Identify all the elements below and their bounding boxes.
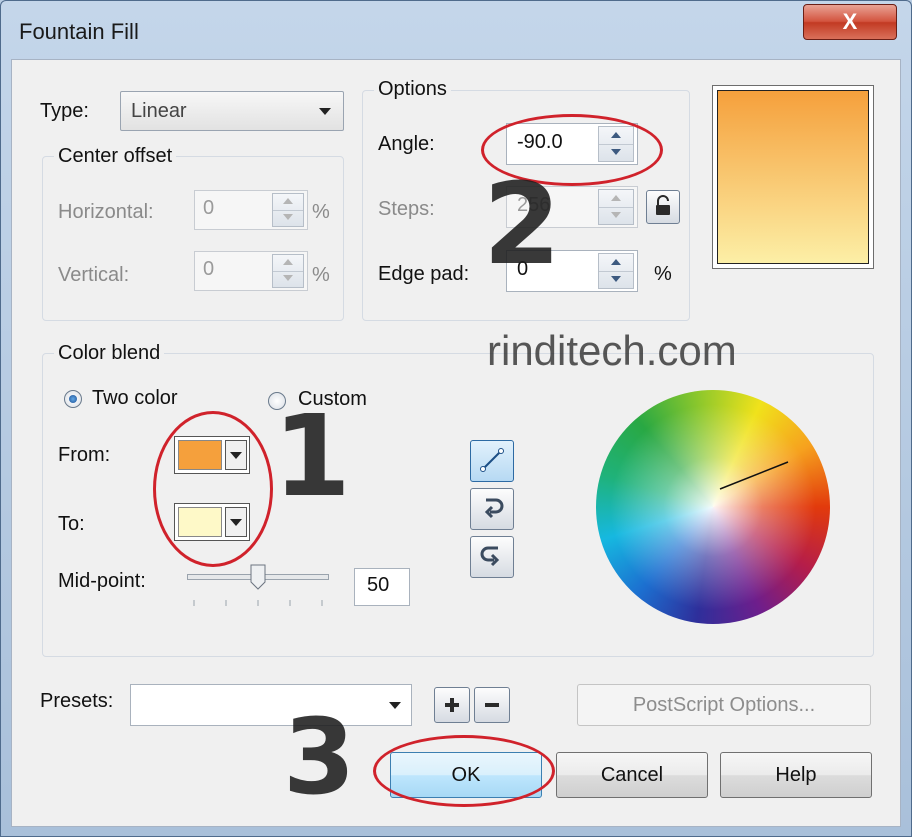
annotation-number-3: 3 (283, 696, 356, 818)
center-offset-group (42, 156, 344, 321)
color-wheel[interactable] (596, 390, 830, 624)
direct-blend-button[interactable] (470, 440, 514, 482)
edge-pad-unit: % (654, 263, 672, 285)
presets-label: Presets: (40, 690, 114, 712)
help-label: Help (775, 764, 817, 786)
steps-lock-button[interactable] (646, 190, 680, 224)
to-label: To: (58, 513, 85, 535)
spin-up-icon (283, 198, 293, 204)
color-blend-title: Color blend (54, 342, 165, 365)
vertical-label: Vertical: (58, 264, 130, 286)
options-title: Options (374, 78, 451, 101)
watermark-text: rinditech.com (487, 327, 737, 374)
fill-preview (717, 90, 869, 264)
postscript-options-label: PostScript Options... (632, 694, 816, 716)
remove-preset-button[interactable] (474, 687, 510, 723)
clockwise-blend-button[interactable] (470, 536, 514, 578)
add-preset-button[interactable] (434, 687, 470, 723)
spin-up-icon (283, 259, 293, 265)
type-label: Type: (40, 100, 89, 122)
rotate-ccw-icon (484, 498, 504, 519)
plus-icon (445, 698, 459, 712)
type-select-value: Linear (131, 100, 187, 122)
spin-down-icon (283, 214, 293, 220)
midpoint-label: Mid-point: (58, 570, 146, 592)
spin-up-icon (611, 195, 621, 201)
steps-spinner[interactable] (598, 189, 634, 225)
from-label: From: (58, 444, 111, 466)
hue-indicator (719, 461, 789, 490)
center-offset-title: Center offset (54, 145, 177, 168)
title-bar[interactable]: Fountain Fill X (1, 1, 911, 59)
type-select[interactable]: Linear (120, 91, 344, 131)
midpoint-value: 50 (367, 574, 390, 596)
lock-icon (656, 195, 670, 215)
minus-icon (485, 703, 499, 707)
spin-down-icon (611, 212, 621, 218)
spin-up-icon (611, 259, 621, 265)
cancel-button[interactable]: Cancel (556, 752, 708, 798)
cancel-label: Cancel (600, 764, 664, 786)
steps-label: Steps: (378, 198, 435, 220)
two-color-label[interactable]: Two color (92, 387, 178, 410)
midpoint-input[interactable]: 50 (354, 568, 410, 606)
fountain-fill-dialog: Fountain Fill X Type: Linear Center offs… (0, 0, 912, 837)
annotation-circle-colors (153, 411, 273, 567)
horizontal-unit: % (312, 201, 330, 223)
edge-pad-label: Edge pad: (378, 263, 470, 285)
spin-down-icon (611, 276, 621, 282)
annotation-number-2: 2 (483, 160, 561, 290)
rotate-cw-icon (480, 546, 500, 567)
annotation-number-1: 1 (273, 392, 351, 522)
horizontal-value: 0 (203, 197, 215, 219)
dialog-title: Fountain Fill (19, 19, 139, 44)
angle-label: Angle: (378, 133, 435, 155)
close-icon: X (842, 9, 858, 34)
presets-select[interactable] (130, 684, 412, 726)
postscript-options-button[interactable]: PostScript Options... (577, 684, 871, 726)
fill-preview-frame (712, 85, 874, 269)
line-blend-icon (480, 448, 504, 472)
close-button[interactable]: X (803, 4, 897, 40)
vertical-spinner[interactable] (272, 254, 304, 288)
edge-pad-spinner[interactable] (598, 253, 634, 289)
chevron-down-icon (319, 108, 331, 115)
midpoint-slider-thumb[interactable] (250, 564, 266, 590)
spin-down-icon (283, 275, 293, 281)
dialog-body: Type: Linear Center offset Horizontal: 0… (11, 59, 901, 827)
help-button[interactable]: Help (720, 752, 872, 798)
counterclockwise-blend-button[interactable] (470, 488, 514, 530)
annotation-circle-ok (373, 735, 555, 807)
vertical-value: 0 (203, 258, 215, 280)
horizontal-label: Horizontal: (58, 201, 154, 223)
midpoint-ticks (193, 600, 323, 606)
chevron-down-icon (389, 702, 401, 709)
horizontal-spinner[interactable] (272, 193, 304, 227)
vertical-unit: % (312, 264, 330, 286)
two-color-radio[interactable] (64, 390, 82, 408)
